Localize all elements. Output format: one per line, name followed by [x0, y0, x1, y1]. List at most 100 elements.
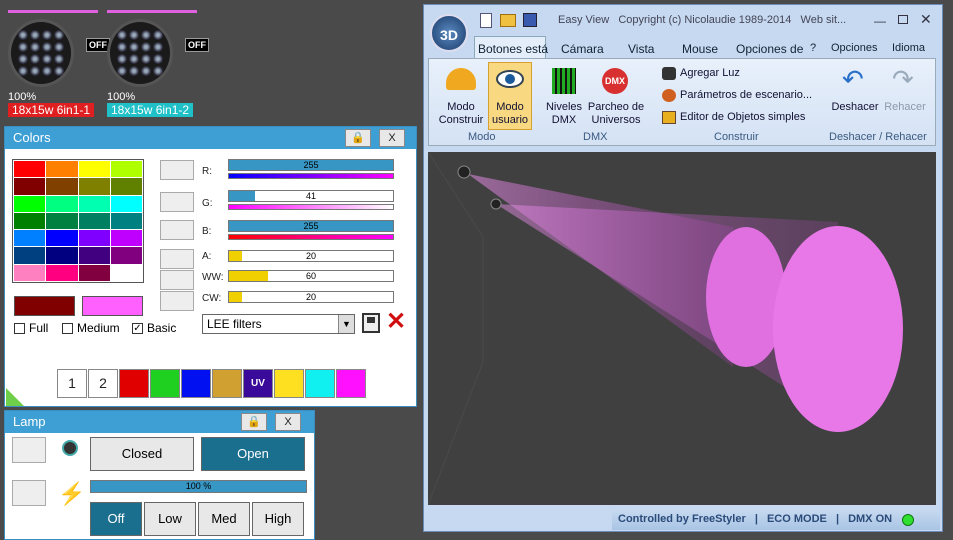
- fixture-2[interactable]: OFF 100% 18x15w 6in1-2: [107, 10, 209, 117]
- lamp-panel-titlebar[interactable]: Lamp 🔒 X: [5, 411, 314, 433]
- quick-color-button[interactable]: 1: [57, 369, 87, 398]
- option-medium[interactable]: Medium: [62, 321, 120, 335]
- color-swatch[interactable]: [46, 230, 78, 247]
- power-high-button[interactable]: High: [252, 502, 304, 536]
- app-logo[interactable]: 3D: [430, 14, 468, 52]
- modo-construir-button[interactable]: Modo Construir: [436, 101, 486, 127]
- checkmark-icon[interactable]: ✓: [132, 322, 143, 334]
- power-off-button[interactable]: Off: [90, 502, 142, 536]
- channel-ww-slider[interactable]: 60: [228, 270, 394, 282]
- save-icon[interactable]: [523, 13, 537, 27]
- tab-help[interactable]: ?: [810, 42, 816, 54]
- channel-cw-button[interactable]: [160, 291, 194, 311]
- minimize-button[interactable]: —: [874, 14, 886, 28]
- color-swatch[interactable]: [78, 264, 110, 281]
- option-basic[interactable]: ✓ Basic: [132, 321, 176, 335]
- tab-vista[interactable]: Vista: [628, 42, 654, 56]
- tab-idioma[interactable]: Idioma: [892, 42, 925, 54]
- power-med-button[interactable]: Med: [198, 502, 250, 536]
- open-folder-icon[interactable]: [500, 14, 516, 27]
- deshacer-button[interactable]: Deshacer: [830, 101, 880, 114]
- tab-camara[interactable]: Cámara: [561, 42, 604, 56]
- channel-cw-slider[interactable]: 20: [228, 291, 394, 303]
- quick-color-button[interactable]: UV: [243, 369, 273, 398]
- color-swatch[interactable]: [78, 230, 110, 247]
- channel-b-button[interactable]: [160, 220, 194, 240]
- chevron-down-icon[interactable]: ▼: [338, 315, 354, 333]
- dimmer-slider[interactable]: 100 %: [90, 480, 307, 493]
- filter-select[interactable]: LEE filters ▼: [202, 314, 355, 334]
- color-swatch[interactable]: [46, 212, 78, 230]
- color-swatch[interactable]: [110, 161, 142, 178]
- channel-g-button[interactable]: [160, 192, 194, 212]
- channel-a-slider[interactable]: 20: [228, 250, 394, 262]
- checkbox-icon[interactable]: [62, 322, 73, 334]
- close-button[interactable]: X: [275, 413, 301, 431]
- power-button[interactable]: [12, 480, 46, 506]
- color-swatch[interactable]: [14, 247, 46, 264]
- new-file-icon[interactable]: [480, 13, 492, 28]
- color-swatch[interactable]: [110, 212, 142, 230]
- color-swatch[interactable]: [110, 178, 142, 195]
- channel-ww-button[interactable]: [160, 270, 194, 290]
- color-swatch[interactable]: [14, 212, 46, 230]
- niveles-dmx-button[interactable]: Niveles DMX: [544, 101, 584, 127]
- delete-icon[interactable]: ✕: [386, 310, 406, 334]
- close-button[interactable]: X: [379, 129, 405, 147]
- resize-icon[interactable]: [6, 388, 24, 406]
- color-swatch[interactable]: [78, 212, 110, 230]
- quick-color-button[interactable]: 2: [88, 369, 118, 398]
- maximize-button[interactable]: [898, 15, 908, 24]
- color-swatch[interactable]: [14, 230, 46, 247]
- color-swatch[interactable]: [78, 247, 110, 264]
- color-swatch[interactable]: [78, 195, 110, 212]
- color-swatch[interactable]: [46, 161, 78, 178]
- current-color-b[interactable]: [82, 296, 143, 316]
- lock-icon[interactable]: 🔒: [345, 129, 371, 147]
- quick-color-button[interactable]: [336, 369, 366, 398]
- quick-color-button[interactable]: [181, 369, 211, 398]
- channel-r-button[interactable]: [160, 160, 194, 180]
- color-swatch[interactable]: [110, 230, 142, 247]
- parametros-escenario-button[interactable]: Parámetros de escenario...: [680, 89, 812, 101]
- color-swatch[interactable]: [78, 161, 110, 178]
- channel-g-slider[interactable]: 41: [228, 190, 394, 202]
- tab-mouse[interactable]: Mouse: [682, 42, 718, 56]
- color-swatch[interactable]: [14, 178, 46, 195]
- color-swatch[interactable]: [110, 247, 142, 264]
- shutter-button[interactable]: [12, 437, 46, 463]
- shutter-open-button[interactable]: Open: [201, 437, 305, 471]
- agregar-luz-button[interactable]: Agregar Luz: [680, 67, 740, 79]
- lock-icon[interactable]: 🔒: [241, 413, 267, 431]
- tab-opciones-de[interactable]: Opciones de: [736, 42, 803, 56]
- quick-color-button[interactable]: [150, 369, 180, 398]
- option-full[interactable]: Full: [14, 321, 48, 335]
- quick-color-button[interactable]: [212, 369, 242, 398]
- color-swatch[interactable]: [110, 195, 142, 212]
- color-swatch[interactable]: [110, 264, 142, 281]
- color-swatch[interactable]: [46, 195, 78, 212]
- color-swatch[interactable]: [14, 195, 46, 212]
- editor-objetos-button[interactable]: Editor de Objetos simples: [680, 111, 805, 123]
- color-swatch[interactable]: [14, 264, 46, 281]
- color-swatch[interactable]: [46, 247, 78, 264]
- window-close-button[interactable]: ✕: [920, 11, 932, 28]
- quick-color-button[interactable]: [119, 369, 149, 398]
- save-icon[interactable]: [362, 313, 380, 333]
- channel-r-slider[interactable]: 255: [228, 159, 394, 171]
- color-swatch[interactable]: [46, 178, 78, 195]
- colors-panel-titlebar[interactable]: Colors 🔒 X: [5, 127, 416, 149]
- shutter-closed-button[interactable]: Closed: [90, 437, 194, 471]
- quick-color-button[interactable]: [274, 369, 304, 398]
- fixture-1[interactable]: OFF 100% 18x15w 6in1-1: [8, 10, 110, 117]
- color-swatch[interactable]: [14, 161, 46, 178]
- tab-opciones[interactable]: Opciones: [831, 42, 877, 54]
- power-low-button[interactable]: Low: [144, 502, 196, 536]
- channel-a-button[interactable]: [160, 249, 194, 269]
- quick-color-button[interactable]: [305, 369, 335, 398]
- rehacer-button[interactable]: Rehacer: [880, 101, 930, 114]
- 3d-viewport[interactable]: [428, 152, 936, 505]
- checkbox-icon[interactable]: [14, 322, 25, 334]
- parcheo-button[interactable]: Parcheo de Universos: [586, 101, 646, 127]
- channel-b-slider[interactable]: 255: [228, 220, 394, 232]
